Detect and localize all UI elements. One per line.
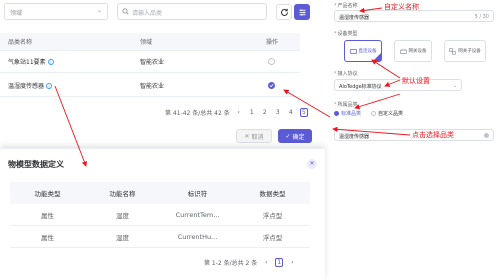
arrow-custom-name <box>359 7 383 14</box>
arrow-default-setting <box>371 59 401 79</box>
arrow-category-radio <box>354 93 401 110</box>
annotation-custom-name: 自定义名称 <box>384 3 419 11</box>
arrow-to-dialog <box>54 85 87 167</box>
arrow-click-category <box>332 126 411 136</box>
arrow-default-protocol <box>384 79 401 87</box>
annotation-arrows <box>54 7 411 167</box>
arrow-selected-row <box>283 89 331 118</box>
annotation-click-category: 点击选择品类 <box>412 131 454 139</box>
annotation-default-setting: 默认设置 <box>402 77 430 85</box>
